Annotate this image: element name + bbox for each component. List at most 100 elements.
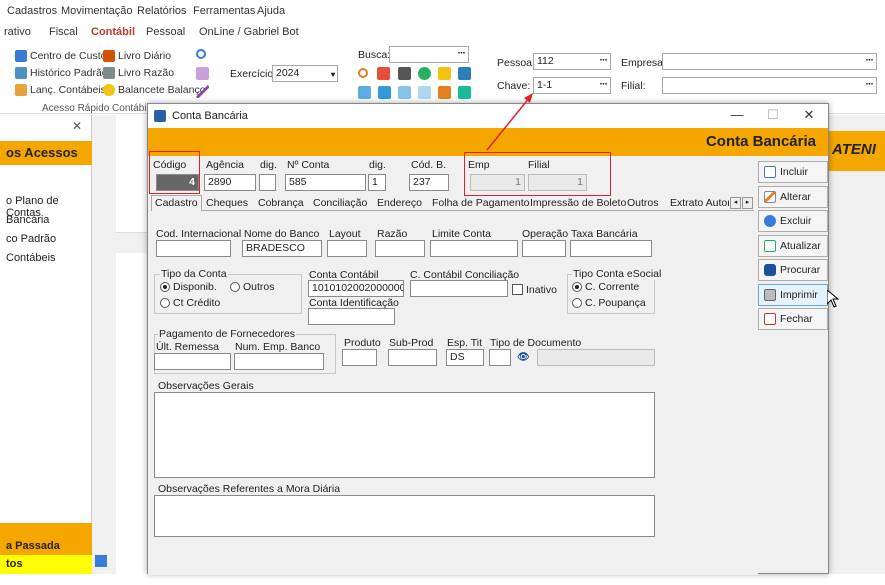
tools-icon[interactable] — [438, 86, 451, 99]
ellipsis-icon[interactable]: ··· — [866, 54, 874, 67]
exercicio-select[interactable]: 2024 ▾ — [272, 65, 338, 82]
c-app-icon[interactable] — [458, 67, 471, 80]
pencil-icon[interactable] — [196, 85, 209, 98]
agencia-input[interactable]: 2890 — [204, 174, 256, 191]
cod-internacional-input[interactable] — [156, 240, 231, 257]
ribbon-livro-razao[interactable]: Livro Razão — [103, 67, 174, 79]
radio-c-corrente[interactable]: C. Corrente — [572, 281, 639, 293]
tab-fiscal[interactable]: Fiscal — [49, 26, 78, 38]
tab-cobranca[interactable]: Cobrança — [255, 196, 307, 211]
num-emp-banco-input[interactable] — [234, 353, 324, 370]
ellipsis-icon[interactable]: ··· — [600, 78, 608, 91]
minimize-button[interactable]: — — [726, 107, 748, 125]
tab-online[interactable]: OnLine / Gabriel Bot — [199, 26, 299, 38]
nav-historico-padrao[interactable]: co Padrão — [6, 233, 56, 245]
obs-mora-textarea[interactable] — [154, 495, 655, 537]
chart-icon[interactable] — [398, 86, 411, 99]
razao-input[interactable] — [375, 240, 425, 257]
subprod-input[interactable] — [388, 349, 437, 366]
tab-contabil[interactable]: Contábil — [91, 26, 135, 38]
tipo-documento-input[interactable] — [489, 349, 511, 366]
ribbon-lanc-contabeis[interactable]: Lanç. Contábeis — [15, 84, 106, 96]
taxa-bancaria-input[interactable] — [570, 240, 652, 257]
globe-icon[interactable] — [418, 67, 431, 80]
puzzle-icon[interactable] — [458, 86, 471, 99]
nav-semana-passada[interactable]: a Passada — [0, 537, 92, 555]
ribbon-balancete[interactable]: Balancete Balanço — [103, 84, 206, 96]
produto-input[interactable] — [342, 349, 377, 366]
report-icon[interactable] — [378, 86, 391, 99]
menu-cadastros[interactable]: Cadastros — [7, 5, 57, 17]
calendar-icon[interactable] — [377, 67, 390, 80]
contabil-conciliacao-input[interactable] — [410, 280, 508, 297]
empresa-input[interactable]: ··· — [662, 53, 877, 70]
nav-lanc-contabeis[interactable]: Contábeis — [6, 252, 56, 264]
conta-identificacao-input[interactable] — [308, 308, 395, 325]
close-button[interactable]: ✕ — [798, 107, 820, 125]
radio-disponib[interactable]: Disponib. — [160, 281, 217, 293]
search-icon[interactable] — [196, 49, 206, 59]
menu-ferramentas[interactable]: Ferramentas — [193, 5, 255, 17]
nconta-dig-input[interactable]: 1 — [368, 174, 386, 191]
tab-endereco[interactable]: Endereço — [374, 196, 425, 211]
nav-tos[interactable]: tos — [0, 555, 92, 574]
menu-ajuda[interactable]: Ajuda — [257, 5, 285, 17]
layout-input[interactable] — [327, 240, 367, 257]
ellipsis-icon[interactable]: ··· — [458, 47, 466, 60]
chave-input[interactable]: 1-1 ··· — [533, 77, 611, 94]
nconta-input[interactable]: 585 — [285, 174, 366, 191]
fechar-button[interactable]: Fechar — [758, 308, 828, 330]
close-icon[interactable]: ✕ — [72, 119, 82, 133]
incluir-button[interactable]: Incluir — [758, 161, 828, 183]
alterar-button[interactable]: Alterar — [758, 186, 828, 208]
tab-impressao-boleto[interactable]: Impressão de Boleto — [527, 196, 629, 211]
tab-prev-icon[interactable]: ◂ — [730, 197, 741, 209]
ribbon-livro-diario[interactable]: Livro Diário — [103, 50, 171, 62]
tab-cheques[interactable]: Cheques — [203, 196, 251, 211]
calculator-icon[interactable] — [398, 67, 411, 80]
ribbon-historico-padrao[interactable]: Histórico Padrão — [15, 67, 108, 79]
tab-extrato-automatico[interactable]: Extrato Autom — [667, 196, 729, 211]
tab-administrativo[interactable]: rativo — [4, 26, 31, 38]
list-icon[interactable] — [358, 86, 371, 99]
ult-remessa-input[interactable] — [154, 353, 231, 370]
tab-next-icon[interactable]: ▸ — [742, 197, 753, 209]
esp-tit-input[interactable]: DS — [446, 349, 484, 366]
nome-banco-input[interactable]: BRADESCO — [242, 240, 322, 257]
pessoa-input[interactable]: 112 ··· — [533, 53, 611, 70]
people-icon[interactable] — [438, 67, 451, 80]
obs-gerais-textarea[interactable] — [154, 392, 655, 478]
taskbar-icon[interactable] — [95, 555, 107, 567]
maximize-button[interactable]: ☐ — [762, 107, 784, 125]
limite-conta-input[interactable] — [430, 240, 518, 257]
conta-contabil-input[interactable]: 1010102002000000 — [308, 280, 404, 297]
excluir-button[interactable]: Excluir — [758, 210, 828, 232]
ellipsis-icon[interactable]: ··· — [866, 78, 874, 91]
ribbon-centro-custos[interactable]: Centro de Custos — [15, 50, 112, 62]
tab-conciliacao[interactable]: Conciliação — [310, 196, 370, 211]
menu-relatorios[interactable]: Relatórios — [137, 5, 187, 17]
ellipsis-icon[interactable]: ··· — [600, 54, 608, 67]
nav-conta-bancaria[interactable]: Bancária — [6, 214, 49, 226]
inativo-checkbox[interactable] — [512, 284, 523, 295]
radio-outros[interactable]: Outros — [230, 281, 275, 293]
codb-input[interactable]: 237 — [409, 174, 449, 191]
atualizar-button[interactable]: Atualizar — [758, 235, 828, 257]
document-icon[interactable] — [196, 67, 209, 80]
imprimir-button[interactable]: Imprimir — [758, 284, 828, 306]
filial-input[interactable]: ··· — [662, 77, 877, 94]
tab-folha-pagamento[interactable]: Folha de Pagamento — [429, 196, 532, 211]
window-icon[interactable] — [418, 86, 431, 99]
radio-ct-credito[interactable]: Ct Crédito — [160, 297, 220, 309]
clock-icon[interactable] — [358, 68, 368, 78]
tab-outros[interactable]: Outros — [624, 196, 662, 211]
agencia-dig-input[interactable] — [259, 174, 276, 191]
tab-cadastro[interactable]: Cadastro — [151, 195, 202, 211]
binoculars-icon[interactable]: 👁 — [517, 352, 530, 363]
menu-movimentacao[interactable]: Movimentação — [61, 5, 133, 17]
procurar-button[interactable]: Procurar — [758, 259, 828, 281]
tab-pessoal[interactable]: Pessoal — [146, 26, 185, 38]
operacao-input[interactable] — [522, 240, 566, 257]
busca-input[interactable]: ··· — [389, 46, 469, 63]
radio-c-poupanca[interactable]: C. Poupança — [572, 297, 646, 309]
